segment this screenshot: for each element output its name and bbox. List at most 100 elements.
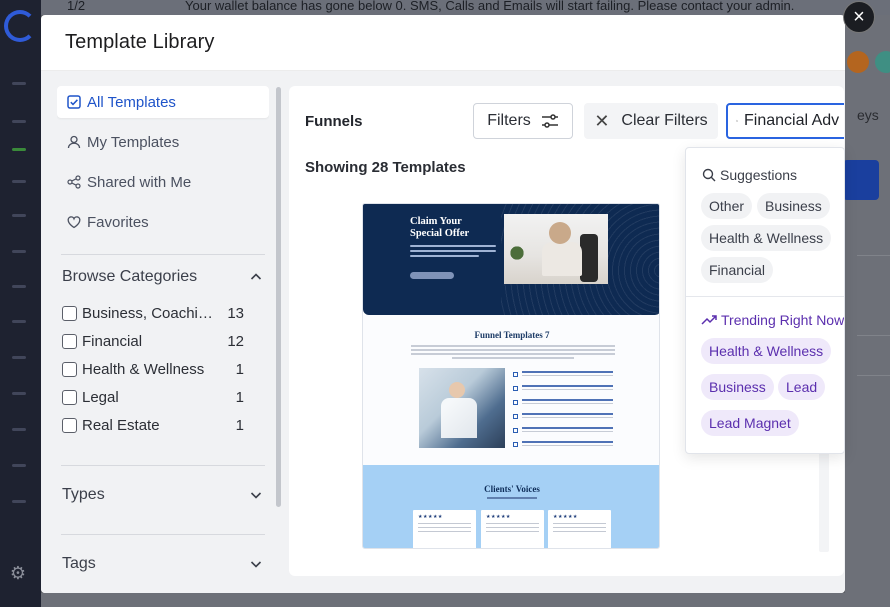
chevron-up-icon bbox=[250, 273, 262, 280]
category-checkbox[interactable] bbox=[62, 333, 77, 349]
app-sidebar-rail: ⚙ bbox=[0, 0, 41, 607]
search-icon bbox=[702, 168, 716, 182]
trending-chip[interactable]: Health & Wellness bbox=[701, 338, 832, 364]
preview-testimonials: Clients' Voices ★★★★★ ★★★★★ ★★★★★ bbox=[363, 465, 659, 548]
background-footer bbox=[41, 593, 890, 607]
close-icon: ✕ bbox=[594, 110, 610, 131]
search-input[interactable] bbox=[744, 112, 844, 130]
category-checkbox[interactable] bbox=[62, 361, 77, 377]
rating-stars: ★★★★★ bbox=[486, 514, 511, 520]
avatar bbox=[847, 51, 869, 73]
banner-text: Your wallet balance has gone below 0. SM… bbox=[185, 0, 795, 13]
preview-cta bbox=[410, 272, 454, 279]
preview-features-title: Funnel Templates 7 bbox=[474, 330, 550, 340]
preview-features: Funnel Templates 7 bbox=[363, 315, 659, 465]
banner-pager: 1/2 bbox=[67, 0, 86, 13]
library-sidebar: All Templates My Templates Shared with M… bbox=[57, 86, 269, 591]
nav-label: Favorites bbox=[87, 213, 149, 231]
category-row[interactable]: Financial 12 bbox=[57, 327, 269, 355]
nav-label: Shared with Me bbox=[87, 173, 192, 191]
rating-stars: ★★★★★ bbox=[553, 514, 578, 520]
avatar bbox=[875, 51, 890, 73]
nav-my-templates[interactable]: My Templates bbox=[57, 126, 269, 158]
tags-header[interactable]: Tags bbox=[57, 535, 269, 591]
nav-favorites[interactable]: Favorites bbox=[57, 206, 269, 238]
suggestions-header: Suggestions bbox=[702, 167, 797, 183]
preview-testimonial-card: ★★★★★ bbox=[413, 510, 476, 548]
heart-icon bbox=[66, 214, 82, 230]
category-label: Health & Wellness bbox=[82, 360, 205, 378]
trending-header: Trending Right Now bbox=[701, 312, 844, 328]
category-checkbox[interactable] bbox=[62, 417, 77, 433]
preview-hero-title: Claim Your Special Offer bbox=[410, 216, 470, 239]
types-title: Types bbox=[62, 486, 105, 503]
search-icon bbox=[736, 120, 738, 122]
template-search[interactable] bbox=[726, 103, 844, 139]
category-row[interactable]: Legal 1 bbox=[57, 383, 269, 411]
background-right-panel: eys bbox=[843, 15, 890, 607]
sidebar-scrollbar[interactable] bbox=[276, 87, 281, 507]
trending-chip[interactable]: Lead Magnet bbox=[701, 410, 799, 436]
category-row[interactable]: Health & Wellness 1 bbox=[57, 355, 269, 383]
close-modal-button[interactable]: × bbox=[843, 1, 875, 33]
category-checkbox[interactable] bbox=[62, 305, 77, 321]
category-count: 1 bbox=[235, 416, 244, 434]
chevron-down-icon bbox=[250, 492, 262, 499]
category-count: 13 bbox=[227, 304, 244, 322]
clear-filters-label: Clear Filters bbox=[621, 112, 708, 129]
background-button bbox=[843, 160, 879, 200]
nav-all-templates[interactable]: All Templates bbox=[57, 86, 269, 118]
modal-header: Template Library bbox=[41, 15, 845, 71]
section-title: Funnels bbox=[305, 113, 363, 130]
check-square-icon bbox=[66, 94, 82, 110]
user-icon bbox=[66, 134, 82, 150]
search-suggestions-dropdown: Suggestions Other Business Health & Well… bbox=[685, 147, 845, 454]
rating-stars: ★★★★★ bbox=[418, 514, 443, 520]
category-label: Real Estate bbox=[82, 416, 160, 434]
preview-hero: Claim Your Special Offer bbox=[363, 204, 659, 315]
tags-title: Tags bbox=[62, 555, 96, 572]
share-icon bbox=[66, 174, 82, 190]
nav-shared-with-me[interactable]: Shared with Me bbox=[57, 166, 269, 198]
trending-up-icon bbox=[701, 315, 717, 325]
browse-categories-title: Browse Categories bbox=[62, 268, 198, 285]
chevron-down-icon bbox=[250, 561, 262, 568]
settings-gear-icon[interactable]: ⚙ bbox=[8, 563, 28, 583]
nav-label: My Templates bbox=[87, 133, 180, 151]
browse-categories-header[interactable]: Browse Categories bbox=[57, 255, 269, 299]
sliders-icon bbox=[541, 114, 558, 128]
preview-testimonials-title: Clients' Voices bbox=[484, 484, 540, 494]
types-header[interactable]: Types bbox=[57, 466, 269, 524]
preview-features-image bbox=[419, 368, 505, 448]
category-checkbox[interactable] bbox=[62, 389, 77, 405]
filters-button[interactable]: Filters bbox=[473, 103, 573, 139]
category-label: Legal bbox=[82, 388, 119, 406]
category-label: Business, Coaching & Consulting bbox=[82, 304, 220, 322]
preview-testimonial-card: ★★★★★ bbox=[548, 510, 611, 548]
divider bbox=[686, 296, 844, 297]
category-count: 12 bbox=[227, 332, 244, 350]
wallet-warning-banner: 1/2 Your wallet balance has gone below 0… bbox=[41, 0, 890, 15]
suggestion-chip[interactable]: Business bbox=[757, 193, 830, 219]
trending-chip[interactable]: Lead bbox=[778, 374, 826, 400]
category-label: Financial bbox=[82, 332, 143, 350]
background-text: eys bbox=[857, 107, 879, 123]
nav-label: All Templates bbox=[87, 93, 176, 111]
suggestion-chip[interactable]: Other bbox=[701, 193, 753, 219]
filters-label: Filters bbox=[487, 112, 531, 129]
suggestions-title: Suggestions bbox=[720, 167, 798, 183]
category-row[interactable]: Real Estate 1 bbox=[57, 411, 269, 439]
trending-title: Trending Right Now bbox=[721, 312, 845, 328]
modal-title: Template Library bbox=[65, 31, 215, 53]
category-count: 1 bbox=[235, 360, 244, 378]
clear-filters-button[interactable]: ✕ Clear Filters bbox=[584, 103, 718, 139]
trending-chip[interactable]: Business bbox=[701, 374, 774, 400]
app-logo bbox=[4, 10, 36, 42]
preview-hero-photo bbox=[504, 214, 608, 284]
preview-testimonial-card: ★★★★★ bbox=[481, 510, 544, 548]
suggestion-chip[interactable]: Financial bbox=[701, 257, 774, 283]
showing-count: Showing 28 Templates bbox=[305, 159, 466, 176]
template-preview-card[interactable]: Claim Your Special Offer Funnel Template… bbox=[362, 203, 660, 549]
suggestion-chip[interactable]: Health & Wellness bbox=[701, 225, 832, 251]
category-row[interactable]: Business, Coaching & Consulting 13 bbox=[57, 299, 269, 327]
